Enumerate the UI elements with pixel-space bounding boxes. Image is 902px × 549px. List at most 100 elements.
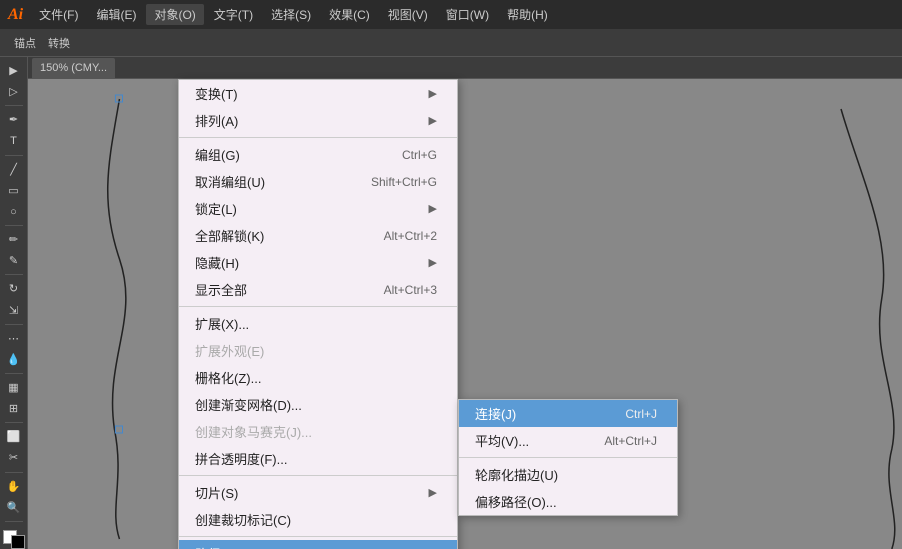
title-bar: Ai 文件(F)编辑(E)对象(O)文字(T)选择(S)效果(C)视图(V)窗口… (0, 0, 902, 29)
toolbar-anchor: 锚点 (8, 33, 42, 53)
tool-direct-select[interactable]: ▷ (3, 82, 25, 101)
menu-item-shortcut: Ctrl+G (402, 148, 437, 162)
menu-item-label: 创建裁切标记(C) (195, 510, 437, 529)
canvas-tab[interactable]: 150% (CMY... (32, 58, 115, 78)
menu-item-transform[interactable]: 变换(T)▶ (179, 80, 457, 107)
menu-item-rasterize[interactable]: 栅格化(Z)... (179, 364, 457, 391)
submenu-item-outline_stroke[interactable]: 轮廓化描边(U) (459, 461, 677, 488)
menu-item-label: 变换(T) (195, 84, 421, 103)
menu-item-ungroup[interactable]: 取消编组(U) Shift+Ctrl+G (179, 168, 457, 195)
canvas-tab-label: 150% (CMY... (40, 62, 107, 74)
canvas-content: 变换(T)▶排列(A)▶编组(G)Ctrl+G取消编组(U)Shift+Ctrl… (28, 79, 902, 549)
tool-hand[interactable]: ✋ (3, 476, 25, 495)
menu-item-create_slice[interactable]: 创建裁切标记(C) (179, 506, 457, 533)
tool-mesh[interactable]: ⊞ (3, 399, 25, 418)
menu-item-arrow: ▶ (429, 114, 437, 127)
menu-item-view[interactable]: 视图(V) (380, 4, 436, 25)
tool-slice[interactable]: ✂ (3, 448, 25, 467)
menu-item-label: 拼合透明度(F)... (195, 449, 437, 468)
menu-item-type[interactable]: 文字(T) (206, 4, 261, 25)
tool-separator-4 (5, 274, 23, 275)
color-box[interactable] (3, 530, 25, 549)
submenu-item-shortcut: Ctrl+J (625, 407, 657, 421)
menu-item-arrow: ▶ (429, 202, 437, 215)
menu-item-label: 路径(P) (195, 544, 421, 549)
submenu-item-offset_path[interactable]: 偏移路径(O)... (459, 488, 677, 515)
menu-item-slice[interactable]: 切片(S) ▶ (179, 479, 457, 506)
menu-item-show_all[interactable]: 显示全部Alt+Ctrl+3 (179, 276, 457, 303)
tool-scale[interactable]: ⇲ (3, 301, 25, 320)
menu-item-create_gradient_mesh[interactable]: 创建渐变网格(D)... (179, 391, 457, 418)
menu-item-group[interactable]: 编组(G) Ctrl+G (179, 141, 457, 168)
menu-item-create_object_mosaic: 创建对象马赛克(J)... (179, 418, 457, 445)
object-menu-popup[interactable]: 变换(T)▶排列(A)▶编组(G)Ctrl+G取消编组(U)Shift+Ctrl… (178, 79, 458, 549)
submenu-item-average[interactable]: 平均(V)...Alt+Ctrl+J (459, 427, 677, 454)
menu-item-label: 切片(S) (195, 483, 421, 502)
menu-item-lock[interactable]: 锁定(L)▶ (179, 195, 457, 222)
menu-separator (179, 475, 457, 476)
tool-separator-6 (5, 373, 23, 374)
tool-type[interactable]: T (3, 131, 25, 150)
submenu-separator (459, 457, 677, 458)
canvas-tab-bar: 150% (CMY... (28, 57, 902, 79)
menu-item-label: 创建对象马赛克(J)... (195, 422, 437, 441)
menu-item-file[interactable]: 文件(F) (31, 4, 86, 25)
menu-item-path[interactable]: 路径(P)▶ (179, 540, 457, 549)
menu-item-shortcut: Shift+Ctrl+G (371, 175, 437, 189)
tool-select[interactable]: ▶ (3, 61, 25, 80)
menu-item-unlock_all[interactable]: 全部解锁(K)Alt+Ctrl+2 (179, 222, 457, 249)
menu-item-object[interactable]: 对象(O) (146, 4, 203, 25)
tool-paintbrush[interactable]: ✏ (3, 230, 25, 249)
tool-rect[interactable]: ▭ (3, 181, 25, 200)
tool-artboard[interactable]: ⬜ (3, 427, 25, 446)
menu-separator (179, 306, 457, 307)
menu-item-edit[interactable]: 编辑(E) (88, 4, 144, 25)
menu-item-effect[interactable]: 效果(C) (321, 4, 378, 25)
tool-separator-1 (5, 105, 23, 106)
tool-line[interactable]: ╱ (3, 160, 25, 179)
menu-item-help[interactable]: 帮助(H) (499, 4, 556, 25)
menu-item-label: 栅格化(Z)... (195, 368, 437, 387)
menu-item-arrow: ▶ (429, 486, 437, 499)
menu-item-arrow: ▶ (429, 256, 437, 269)
menu-item-select[interactable]: 选择(S) (263, 4, 319, 25)
tool-gradient[interactable]: ▦ (3, 378, 25, 397)
tool-separator-7 (5, 422, 23, 423)
menu-item-label: 扩展外观(E) (195, 341, 437, 360)
tool-ellipse[interactable]: ○ (3, 202, 25, 221)
tool-rotate[interactable]: ↻ (3, 279, 25, 298)
menu-item-label: 创建渐变网格(D)... (195, 395, 437, 414)
submenu-item-label: 偏移路径(O)... (475, 492, 657, 511)
menu-item-label: 取消编组(U) (195, 172, 341, 191)
menu-item-label: 隐藏(H) (195, 253, 421, 272)
submenu-item-label: 连接(J) (475, 404, 595, 423)
tool-zoom[interactable]: 🔍 (3, 498, 25, 517)
stroke-color[interactable] (11, 535, 25, 549)
tool-eyedropper[interactable]: 💧 (3, 350, 25, 369)
menu-item-window[interactable]: 窗口(W) (438, 4, 497, 25)
submenu-item-shortcut: Alt+Ctrl+J (604, 434, 657, 448)
menu-item-label: 扩展(X)... (195, 314, 437, 333)
menu-item-label: 排列(A) (195, 111, 421, 130)
menu-item-label: 编组(G) (195, 145, 372, 164)
menu-separator (179, 536, 457, 537)
menu-item-expand[interactable]: 扩展(X)... (179, 310, 457, 337)
toolbar-convert: 转换 (42, 33, 76, 53)
menu-separator (179, 137, 457, 138)
menu-item-label: 显示全部 (195, 280, 354, 299)
submenu-item-label: 轮廓化描边(U) (475, 465, 657, 484)
menu-item-arrange[interactable]: 排列(A) ▶ (179, 107, 457, 134)
menu-item-label: 全部解锁(K) (195, 226, 354, 245)
menu-item-hide[interactable]: 隐藏(H) ▶ (179, 249, 457, 276)
tool-pen[interactable]: ✒ (3, 110, 25, 129)
toolbar: 锚点 转换 (0, 29, 902, 57)
canvas-area: 150% (CMY... 变换(T)▶排列(A)▶编组(G)Ctrl+G取消编组… (28, 57, 902, 549)
path-submenu-popup[interactable]: 连接(J) Ctrl+J 平均(V)...Alt+Ctrl+J 轮廓化描边(U) 偏移路… (458, 399, 678, 516)
main-area: ▶ ▷ ✒ T ╱ ▭ ○ ✏ ✎ ↻ ⇲ ⋯ 💧 ▦ ⊞ ⬜ ✂ ✋ 🔍 (0, 57, 902, 549)
menu-item-expand_appearance: 扩展外观(E) (179, 337, 457, 364)
submenu-item-join[interactable]: 连接(J) Ctrl+J (459, 400, 677, 427)
tool-pencil[interactable]: ✎ (3, 251, 25, 270)
menu-item-flatten_transparency[interactable]: 拼合透明度(F)... (179, 445, 457, 472)
tool-blend[interactable]: ⋯ (3, 329, 25, 348)
tool-separator-2 (5, 155, 23, 156)
